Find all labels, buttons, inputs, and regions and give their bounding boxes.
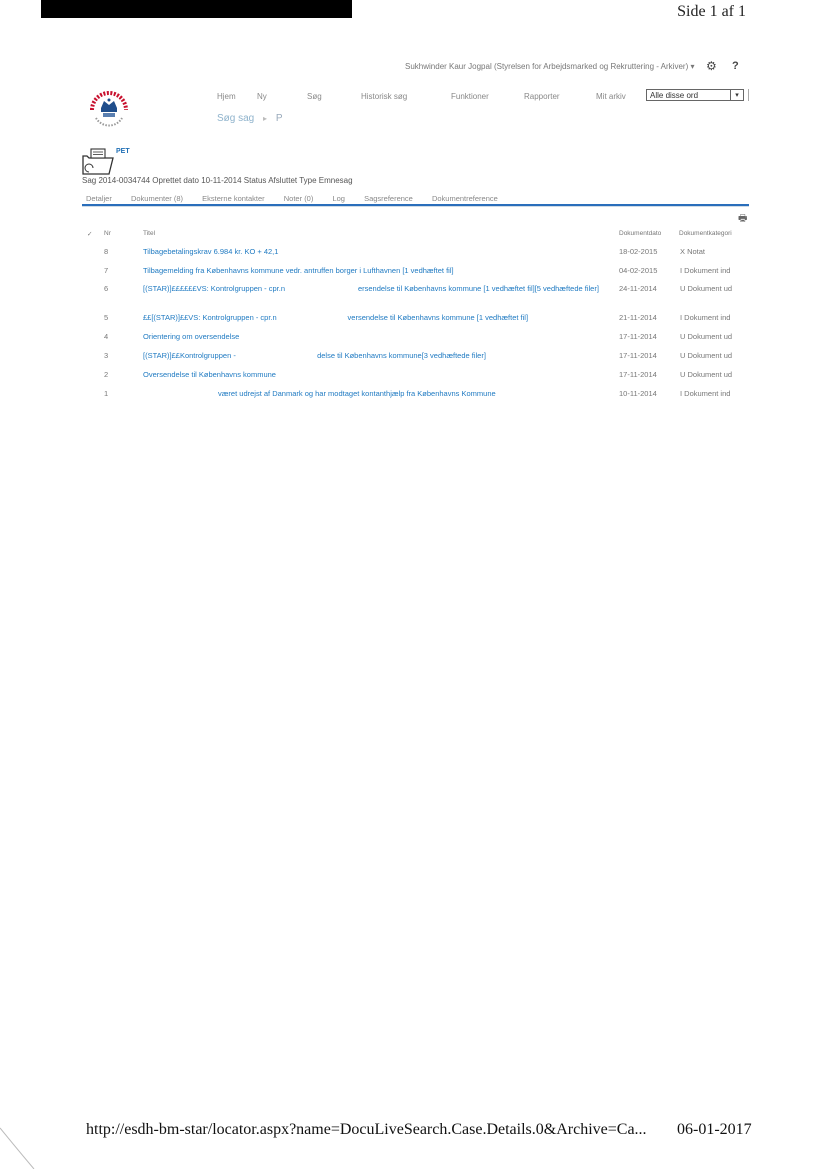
chevron-down-icon[interactable]: ▾ — [730, 90, 743, 100]
row-title-link[interactable]: Tilbagemelding fra Københavns kommune ve… — [143, 266, 613, 276]
row-category: I Dokument ind — [680, 313, 731, 322]
footer-date: 06-01-2017 — [677, 1121, 752, 1138]
row-date: 18-02-2015 — [619, 247, 658, 256]
column-header-date[interactable]: Dokumentdato — [619, 230, 661, 237]
divider — [82, 206, 749, 207]
row-nr: 8 — [104, 247, 109, 256]
row-date: 10-11-2014 — [619, 389, 657, 398]
page-number: Side 1 af 1 — [677, 3, 746, 20]
current-user-menu[interactable]: Sukhwinder Kaur Jogpal (Styrelsen for Ar… — [405, 62, 694, 71]
row-nr: 5 — [104, 313, 109, 322]
redaction-bar — [41, 0, 352, 18]
row-nr: 2 — [104, 370, 109, 379]
row-date: 24-11-2014 — [619, 284, 657, 293]
nav-search[interactable]: Søg — [307, 92, 322, 101]
row-category: U Dokument ud — [680, 351, 733, 360]
row-category: X Notat — [680, 247, 706, 256]
nav-reports[interactable]: Rapporter — [524, 92, 560, 101]
help-icon[interactable]: ? — [732, 60, 739, 72]
printer-icon[interactable]: 🖶 — [738, 211, 747, 228]
nav-new[interactable]: Ny — [257, 92, 267, 101]
select-all-checkbox[interactable]: ✓ — [87, 230, 92, 238]
case-folder-icon — [82, 148, 114, 175]
row-title-link[interactable]: Orientering om oversendelse — [143, 332, 613, 342]
nav-historic-search[interactable]: Historisk søg — [361, 92, 407, 101]
row-title-link[interactable]: Oversendelse til Københavns kommune — [143, 370, 613, 380]
case-tabs: Detaljer Dokumenter (8) Eksterne kontakt… — [86, 194, 515, 203]
tab-external-contacts[interactable]: Eksterne kontakter — [202, 194, 265, 203]
column-header-category[interactable]: Dokumentkategori — [679, 230, 732, 237]
row-title-link[interactable]: ££[(STAR)]££VS: Kontrolgruppen - cpr.n v… — [143, 313, 613, 323]
row-date: 17-11-2014 — [619, 332, 657, 341]
nav-functions[interactable]: Funktioner — [451, 92, 489, 101]
breadcrumb: Søg sag ▸ P — [217, 113, 283, 124]
row-category: U Dokument ud — [680, 332, 733, 341]
tab-case-reference[interactable]: Sagsreference — [364, 194, 413, 203]
nav-my-archive[interactable]: Mit arkiv — [596, 92, 626, 101]
row-nr: 3 — [104, 351, 109, 360]
search-mode-value: Alle disse ord — [650, 90, 699, 100]
breadcrumb-current: P — [275, 113, 283, 124]
row-nr: 4 — [104, 332, 109, 341]
tab-details[interactable]: Detaljer — [86, 194, 112, 203]
tab-document-reference[interactable]: Dokumentreference — [432, 194, 498, 203]
gear-icon[interactable]: ⚙ — [706, 59, 717, 73]
column-header-title[interactable]: Titel — [143, 230, 155, 237]
row-category: I Dokument ind — [680, 266, 731, 275]
breadcrumb-separator: ▸ — [263, 114, 268, 123]
breadcrumb-search-case[interactable]: Søg sag — [217, 113, 254, 124]
row-title-link[interactable]: [(STAR)]££Kontrolgruppen - delse til Køb… — [143, 351, 613, 361]
tab-documents[interactable]: Dokumenter (8) — [131, 194, 183, 203]
divider — [748, 89, 749, 101]
row-title-link[interactable]: været udrejst af Danmark og har modtaget… — [143, 389, 613, 399]
case-info: Sag 2014-0034744 Oprettet dato 10-11-201… — [82, 176, 353, 185]
row-date: 21-11-2014 — [619, 313, 657, 322]
column-header-nr[interactable]: Nr — [104, 230, 111, 237]
row-nr: 7 — [104, 266, 109, 275]
row-title-link[interactable]: [(STAR)]££££££VS: Kontrolgruppen - cpr.n… — [143, 284, 613, 294]
case-type-label: PET — [116, 148, 130, 155]
row-category: U Dokument ud — [680, 284, 733, 293]
tab-notes[interactable]: Noter (0) — [284, 194, 314, 203]
row-category: I Dokument ind — [680, 389, 731, 398]
row-title-link[interactable]: Tilbagebetalingskrav 6.984 kr. KO + 42,1 — [143, 247, 613, 257]
row-date: 17-11-2014 — [619, 351, 657, 360]
nav-home[interactable]: Hjem — [217, 92, 236, 101]
footer-url: http://esdh-bm-star/locator.aspx?name=Do… — [86, 1121, 647, 1138]
row-date: 04-02-2015 — [619, 266, 658, 275]
row-nr: 6 — [104, 284, 109, 293]
tab-log[interactable]: Log — [332, 194, 345, 203]
row-category: U Dokument ud — [680, 370, 733, 379]
row-nr: 1 — [104, 389, 109, 398]
search-mode-select[interactable]: Alle disse ord ▾ — [646, 89, 744, 101]
page-footer: http://esdh-bm-star/locator.aspx?name=Do… — [86, 1121, 752, 1139]
row-date: 17-11-2014 — [619, 370, 657, 379]
agency-logo — [90, 91, 128, 127]
page-fold-mark — [0, 1127, 35, 1169]
